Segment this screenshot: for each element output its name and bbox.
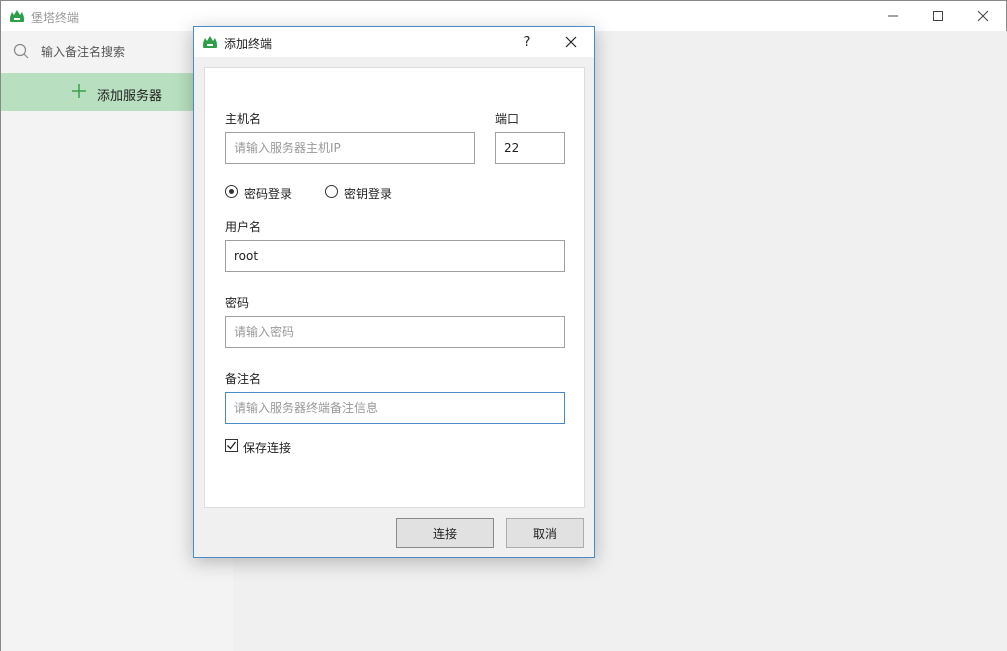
dialog-title: 添加终端	[224, 37, 273, 51]
form-panel: 主机名 端口 密码登录 密钥登录 用户名 密码 备注名 保存连接	[204, 67, 585, 508]
key-login-radio[interactable]	[325, 185, 338, 198]
password-label: 密码	[225, 296, 250, 310]
password-login-radio[interactable]	[225, 185, 238, 198]
add-terminal-dialog: 添加终端 ? 主机名 端口 密码登录 密钥登录 用户名 密码 备注名 保存连接 …	[193, 26, 595, 558]
dialog-titlebar: 添加终端 ?	[194, 27, 594, 57]
dialog-close-button[interactable]	[556, 27, 586, 57]
port-input[interactable]	[495, 132, 565, 164]
maximize-icon	[933, 11, 943, 21]
close-icon	[565, 36, 577, 48]
dialog-logo-icon	[203, 36, 217, 48]
search-icon	[13, 43, 29, 59]
password-login-label[interactable]: 密码登录	[244, 185, 292, 202]
checkmark-icon	[227, 441, 237, 450]
app-logo-icon	[10, 10, 24, 22]
username-label: 用户名	[225, 220, 262, 234]
help-button[interactable]: ?	[512, 27, 542, 57]
remark-label: 备注名	[225, 372, 262, 386]
add-server-label: 添加服务器	[97, 89, 163, 104]
plus-icon	[72, 84, 86, 98]
key-login-label[interactable]: 密钥登录	[344, 185, 392, 202]
hostname-input[interactable]	[225, 132, 475, 164]
remark-input[interactable]	[225, 392, 565, 424]
save-connection-checkbox[interactable]	[225, 439, 238, 452]
app-title: 堡塔终端	[31, 11, 80, 25]
save-connection-label[interactable]: 保存连接	[243, 439, 291, 456]
close-window-button[interactable]	[960, 1, 1006, 31]
minimize-button[interactable]	[870, 1, 916, 31]
port-label: 端口	[495, 112, 520, 126]
password-input[interactable]	[225, 316, 565, 348]
username-input[interactable]	[225, 240, 565, 272]
hostname-label: 主机名	[225, 112, 262, 126]
minimize-icon	[888, 15, 898, 17]
maximize-button[interactable]	[915, 1, 961, 31]
cancel-button[interactable]: 取消	[506, 518, 584, 548]
connect-button[interactable]: 连接	[396, 518, 494, 548]
close-icon	[977, 10, 989, 22]
